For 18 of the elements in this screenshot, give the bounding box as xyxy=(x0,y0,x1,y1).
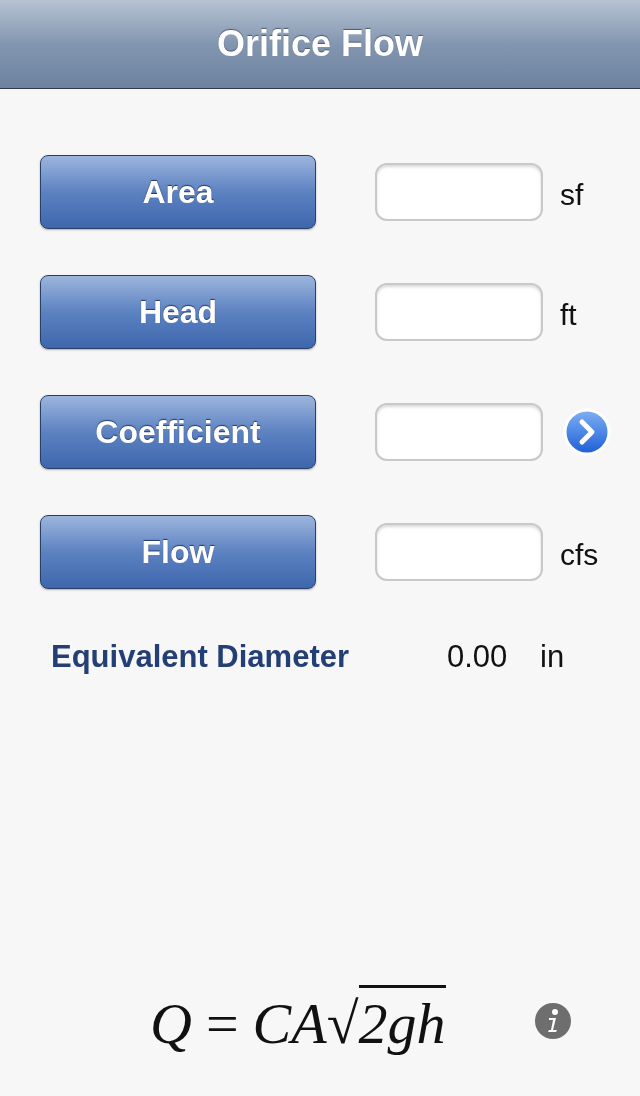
unit-label: in xyxy=(540,639,565,675)
calculate-button[interactable]: Flow xyxy=(40,515,316,589)
result-label: Equivalent Diameter xyxy=(51,639,351,675)
calculate-button[interactable]: Head xyxy=(40,275,316,349)
input-field[interactable] xyxy=(375,283,543,341)
result-value: 0.00 xyxy=(447,639,509,675)
screen-title: Orifice Flow xyxy=(216,23,423,65)
unit-label: cfs xyxy=(560,537,599,572)
info-icon[interactable] xyxy=(533,1002,572,1040)
input-field[interactable] xyxy=(375,523,543,581)
calculate-button[interactable]: Coefficient xyxy=(40,395,316,469)
unit-label: sf xyxy=(560,177,584,212)
unit-label: ft xyxy=(560,297,577,332)
disclosure-button[interactable] xyxy=(563,408,611,456)
formula: Q = CA√2gh xyxy=(150,985,446,1057)
input-field[interactable] xyxy=(375,163,543,221)
calculate-button[interactable]: Area xyxy=(40,155,316,229)
input-field[interactable] xyxy=(375,403,543,461)
